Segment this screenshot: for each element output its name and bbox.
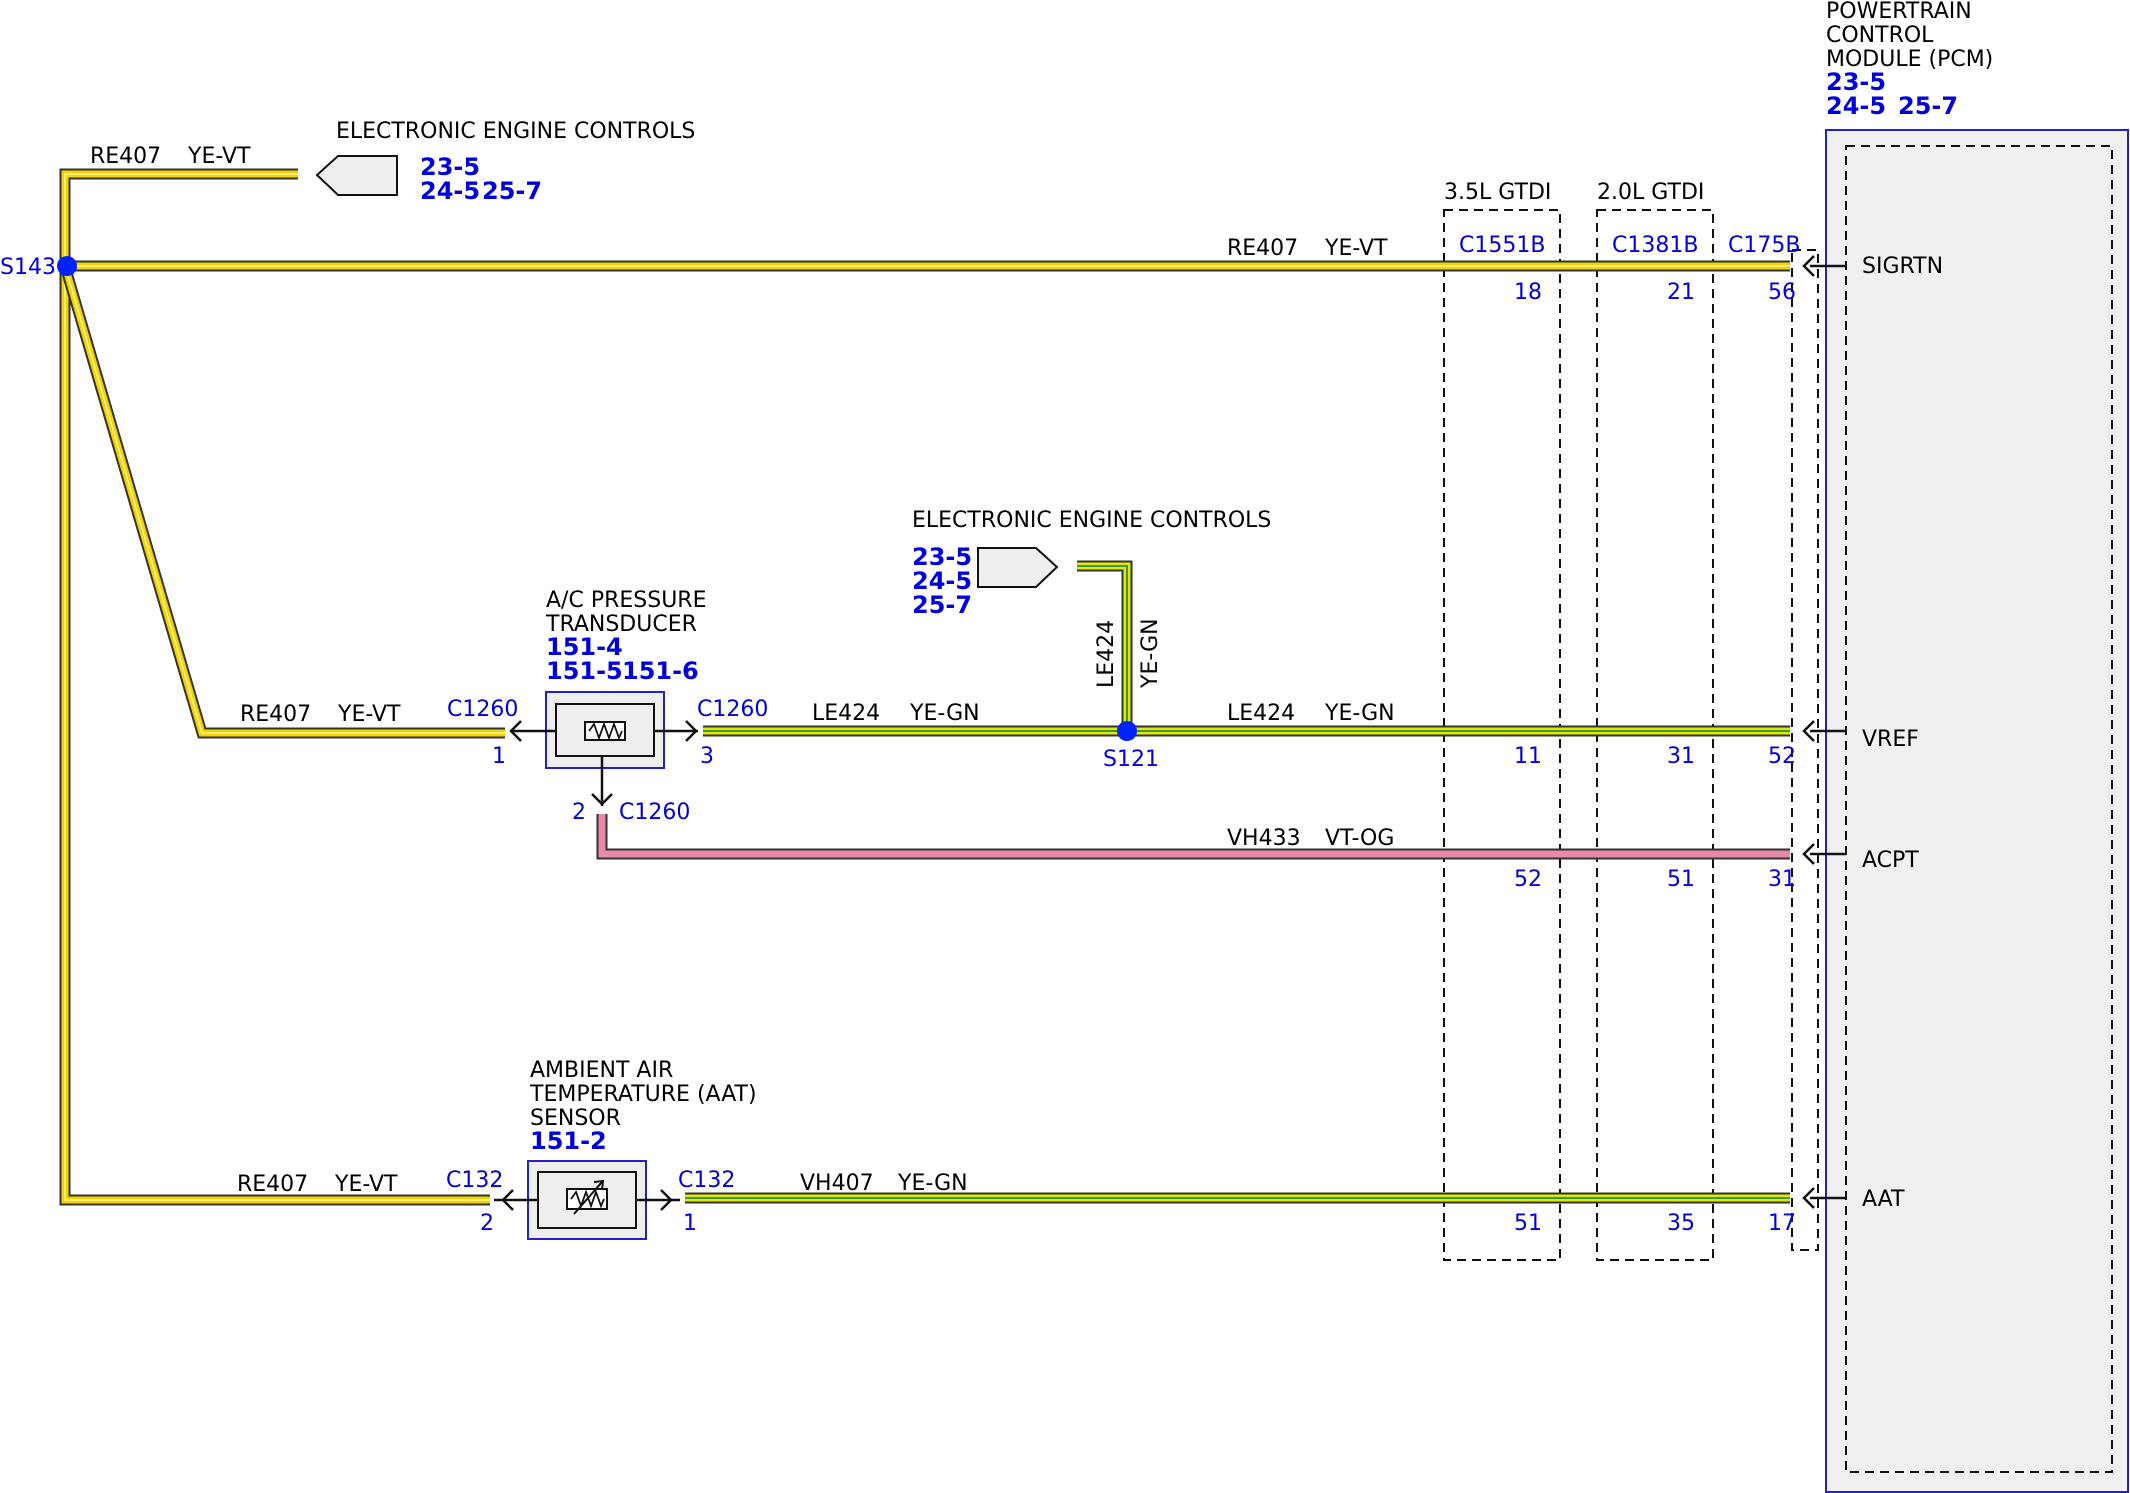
- c175b-name[interactable]: C175B: [1728, 233, 1800, 258]
- eec-top-ref-2[interactable]: 24-5: [420, 177, 480, 205]
- c1551b-name[interactable]: C1551B: [1459, 233, 1545, 258]
- ac-pressure-transducer[interactable]: [545, 691, 665, 769]
- pcm-pin-vref: VREF: [1862, 727, 1919, 752]
- aat-sensor[interactable]: [527, 1160, 647, 1240]
- c1381b-pin-vref: 31: [1667, 744, 1695, 769]
- c175b-pin-sigrtn: 56: [1768, 280, 1796, 305]
- c1381b-pin-sigrtn: 21: [1667, 280, 1695, 305]
- wire-vh433[interactable]: [596, 814, 1790, 860]
- pcm-ref-2[interactable]: 24-5: [1826, 92, 1886, 120]
- pcm-pin-aat: AAT: [1862, 1187, 1905, 1212]
- wire-re407-harness[interactable]: [59, 168, 1790, 1206]
- eec-mid-ref-3[interactable]: 25-7: [912, 591, 972, 619]
- pcm-pin-acpt: ACPT: [1862, 848, 1919, 873]
- wire-re407-top-color: YE-VT: [187, 144, 251, 169]
- wire-re407-ac-color: YE-VT: [337, 702, 401, 727]
- ac-transducer-connector-left: C1260: [447, 697, 518, 722]
- pcm-ref-3[interactable]: 25-7: [1898, 92, 1958, 120]
- c1551b-pin-sigrtn: 18: [1514, 280, 1542, 305]
- wire-re407-main-color: YE-VT: [1324, 236, 1388, 261]
- eec-top-title: ELECTRONIC ENGINE CONTROLS: [336, 119, 695, 144]
- pcm-pin-sigrtn: SIGRTN: [1862, 254, 1943, 279]
- splice-s121[interactable]: [1117, 721, 1137, 741]
- wiring-diagram: POWERTRAIN CONTROL MODULE (PCM) 23-5 24-…: [0, 0, 2129, 1493]
- ac-transducer-ref-3[interactable]: 151-6: [622, 657, 699, 685]
- wire-le424-right-color: YE-GN: [1324, 701, 1395, 726]
- c1551b-pin-vref: 11: [1514, 744, 1542, 769]
- wire-le424-vert-circuit: LE424: [1094, 620, 1119, 688]
- eec-mid-title: ELECTRONIC ENGINE CONTROLS: [912, 508, 1271, 533]
- ac-transducer-pin-bottom: 2: [572, 800, 586, 825]
- wire-le424-left-circuit: LE424: [812, 701, 880, 726]
- splice-s121-label: S121: [1103, 747, 1159, 772]
- wire-le424-vert-color: YE-GN: [1138, 618, 1163, 689]
- c1381b-pin-aat: 35: [1667, 1211, 1695, 1236]
- wire-re407-aat-circuit: RE407: [237, 1172, 308, 1197]
- c1381b-pin-acpt: 51: [1667, 867, 1695, 892]
- c1381b-name[interactable]: C1381B: [1612, 233, 1698, 258]
- pcm-module-box[interactable]: [1825, 129, 2129, 1493]
- aat-sensor-connector-left: C132: [446, 1168, 503, 1193]
- ac-transducer-connector-right: C1260: [697, 697, 768, 722]
- wire-re407-top-circuit: RE407: [90, 144, 161, 169]
- aat-sensor-pin-left: 2: [480, 1211, 494, 1236]
- c175b-pin-aat: 17: [1768, 1211, 1796, 1236]
- c1551b-group-label: 3.5L GTDI: [1444, 180, 1551, 205]
- ac-transducer-title-1: A/C PRESSURE: [546, 588, 707, 613]
- wire-vh407-circuit: VH407: [800, 1171, 874, 1196]
- wire-vh433-color: VT-OG: [1325, 826, 1394, 851]
- ac-transducer-pin-left: 1: [492, 744, 506, 769]
- wire-le424-right-circuit: LE424: [1227, 701, 1295, 726]
- aat-sensor-title-2: TEMPERATURE (AAT): [529, 1082, 757, 1107]
- pcm-title-line-1: POWERTRAIN: [1826, 0, 1972, 24]
- c1551b-pin-acpt: 52: [1514, 867, 1542, 892]
- ac-transducer-ref-2[interactable]: 151-5: [546, 657, 623, 685]
- splice-s143[interactable]: [57, 256, 77, 276]
- aat-sensor-ref[interactable]: 151-2: [530, 1127, 607, 1155]
- wire-re407-aat-color: YE-VT: [334, 1172, 398, 1197]
- ac-transducer-connector-bottom: C1260: [619, 800, 690, 825]
- pcm-title-line-2: CONTROL: [1826, 23, 1934, 48]
- c175b-pin-vref: 52: [1768, 744, 1796, 769]
- eec-top-connector-shape[interactable]: [315, 155, 398, 196]
- wire-re407-main-circuit: RE407: [1227, 236, 1298, 261]
- aat-sensor-title-1: AMBIENT AIR: [530, 1058, 673, 1083]
- c1381b-group-label: 2.0L GTDI: [1597, 180, 1704, 205]
- wire-re407-ac-circuit: RE407: [240, 702, 311, 727]
- ac-transducer-pin-right: 3: [700, 744, 714, 769]
- c1551b-pin-aat: 51: [1514, 1211, 1542, 1236]
- eec-mid-connector-shape[interactable]: [977, 547, 1059, 588]
- c175b-pin-acpt: 31: [1768, 867, 1796, 892]
- eec-top-ref-3[interactable]: 25-7: [482, 177, 542, 205]
- splice-s143-label: S143: [0, 255, 56, 280]
- aat-sensor-pin-right: 1: [683, 1211, 697, 1236]
- wire-vh407-color: YE-GN: [897, 1171, 968, 1196]
- wire-vh433-circuit: VH433: [1227, 826, 1301, 851]
- wire-le424-left-color: YE-GN: [909, 701, 980, 726]
- aat-sensor-connector-right: C132: [678, 1168, 735, 1193]
